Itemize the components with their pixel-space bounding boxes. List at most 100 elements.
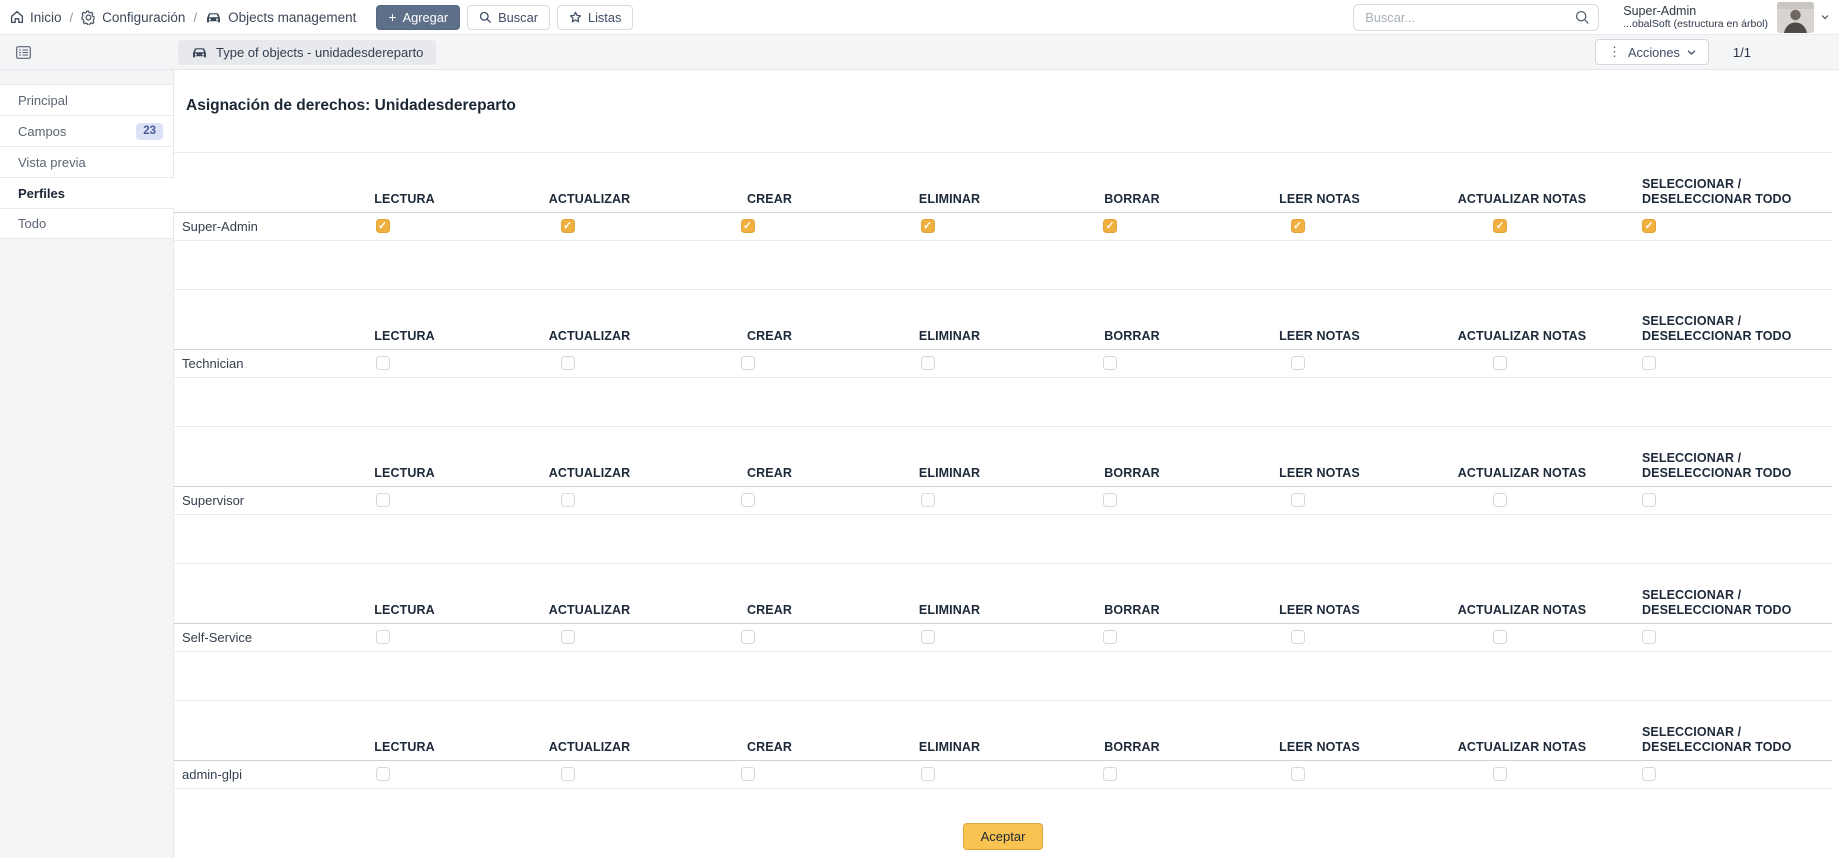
permission-checkbox[interactable] (561, 356, 575, 370)
sidebar-item-perfiles[interactable]: Perfiles (0, 177, 174, 208)
profile-permissions-section: LECTURAACTUALIZARCREARELIMINARBORRARLEER… (174, 426, 1832, 515)
permission-checkbox[interactable] (376, 356, 390, 370)
permission-checkbox[interactable] (1103, 630, 1117, 644)
search-icon[interactable] (1575, 10, 1590, 25)
permission-checkbox[interactable] (741, 767, 755, 781)
avatar[interactable] (1777, 2, 1814, 33)
permission-checkbox[interactable] (1103, 219, 1117, 233)
sidebar-item-principal[interactable]: Principal (0, 84, 174, 115)
permission-column-header: LEER NOTAS (1222, 153, 1417, 213)
permission-checkbox[interactable] (1493, 219, 1507, 233)
permission-column-header: BORRAR (1042, 427, 1222, 487)
lists-button[interactable]: Listas (557, 5, 633, 30)
permission-checkbox[interactable] (561, 219, 575, 233)
permission-cell (1222, 213, 1417, 241)
breadcrumb-label: Objects management (228, 10, 356, 25)
sidebar-top-spacer (0, 70, 174, 84)
permission-checkbox[interactable] (921, 356, 935, 370)
breadcrumb-separator: / (70, 10, 74, 25)
permissions-table: LECTURAACTUALIZARCREARELIMINARBORRARLEER… (174, 427, 1832, 515)
permission-cell (312, 624, 497, 652)
permission-checkbox[interactable] (1291, 219, 1305, 233)
gear-icon (81, 10, 96, 25)
page-title: Asignación de derechos: Unidadesderepart… (186, 96, 1839, 116)
permissions-header-row: LECTURAACTUALIZARCREARELIMINARBORRARLEER… (174, 427, 1832, 487)
permissions-table: LECTURAACTUALIZARCREARELIMINARBORRARLEER… (174, 290, 1832, 378)
lists-button-label: Listas (588, 10, 621, 25)
permission-checkbox[interactable] (1291, 493, 1305, 507)
breadcrumb-item-configuracion[interactable]: Configuración (81, 10, 185, 25)
permission-checkbox[interactable] (1103, 493, 1117, 507)
select-all-checkbox[interactable] (1642, 356, 1656, 370)
permission-checkbox[interactable] (921, 493, 935, 507)
select-all-checkbox[interactable] (1642, 767, 1656, 781)
sidebar-item-label: Todo (18, 216, 46, 231)
permission-checkbox[interactable] (1291, 630, 1305, 644)
permission-cell (312, 350, 497, 378)
sidebar-list: PrincipalCampos23Vista previaPerfiles Tod… (0, 84, 174, 239)
breadcrumb-item-objects-management[interactable]: Objects management (205, 10, 356, 25)
permission-checkbox[interactable] (1103, 767, 1117, 781)
select-all-checkbox[interactable] (1642, 219, 1656, 233)
permission-checkbox[interactable] (741, 493, 755, 507)
permission-column-header: ELIMINAR (857, 427, 1042, 487)
object-type-chip-label: Type of objects - unidadesdereparto (216, 45, 423, 60)
permission-checkbox[interactable] (376, 219, 390, 233)
permission-checkbox[interactable] (921, 219, 935, 233)
breadcrumb-item-inicio[interactable]: Inicio (10, 10, 62, 25)
actions-dropdown-button[interactable]: ⋮ Acciones (1595, 39, 1709, 65)
select-all-checkbox[interactable] (1642, 630, 1656, 644)
profile-permissions-section: LECTURAACTUALIZARCREARELIMINARBORRARLEER… (174, 700, 1832, 789)
permission-column-header: BORRAR (1042, 290, 1222, 350)
search-button-label: Buscar (498, 10, 538, 25)
select-all-checkbox[interactable] (1642, 493, 1656, 507)
sidebar-item-todo[interactable]: Todo (0, 208, 174, 239)
user-entity: ...obalSoft (estructura en árbol) (1623, 18, 1768, 30)
permission-checkbox[interactable] (1493, 356, 1507, 370)
permission-checkbox[interactable] (1291, 356, 1305, 370)
permissions-header-row: LECTURAACTUALIZARCREARELIMINARBORRARLEER… (174, 153, 1832, 213)
permission-checkbox[interactable] (1493, 630, 1507, 644)
permission-checkbox[interactable] (1103, 356, 1117, 370)
search-button[interactable]: Buscar (467, 5, 550, 30)
permission-checkbox[interactable] (1291, 767, 1305, 781)
sidebar-toggle-icon[interactable] (16, 46, 31, 59)
sidebar-item-vista-previa[interactable]: Vista previa (0, 146, 174, 177)
permission-checkbox[interactable] (741, 219, 755, 233)
global-search-input[interactable] (1353, 4, 1599, 31)
profile-column-header (174, 701, 312, 761)
select-all-column-header: SELECCIONAR /DESELECCIONAR TODO (1627, 427, 1832, 487)
add-button[interactable]: + Agregar (376, 5, 460, 30)
permission-checkbox[interactable] (1493, 493, 1507, 507)
permission-cell (1042, 487, 1222, 515)
object-type-chip[interactable]: Type of objects - unidadesdereparto (178, 40, 436, 65)
breadcrumb-label: Configuración (102, 10, 185, 25)
permission-checkbox[interactable] (741, 356, 755, 370)
user-menu[interactable]: Super-Admin ...obalSoft (estructura en á… (1623, 2, 1829, 33)
profile-row: Super-Admin (174, 213, 1832, 241)
permission-cell (682, 213, 857, 241)
sidebar-item-campos[interactable]: Campos23 (0, 115, 174, 146)
accept-button[interactable]: Aceptar (963, 823, 1044, 850)
permission-cell (682, 350, 857, 378)
permission-column-header: BORRAR (1042, 564, 1222, 624)
permission-cell (1417, 213, 1627, 241)
permission-column-header: ELIMINAR (857, 701, 1042, 761)
permission-checkbox[interactable] (561, 493, 575, 507)
permission-checkbox[interactable] (561, 630, 575, 644)
permission-checkbox[interactable] (376, 630, 390, 644)
permission-checkbox[interactable] (921, 630, 935, 644)
permission-cell (312, 487, 497, 515)
breadcrumb: Inicio / Configuración / Objects managem… (10, 10, 356, 25)
permission-checkbox[interactable] (561, 767, 575, 781)
profile-row: Supervisor (174, 487, 1832, 515)
form-actions: Aceptar (174, 823, 1832, 850)
permission-checkbox[interactable] (1493, 767, 1507, 781)
permission-checkbox[interactable] (921, 767, 935, 781)
tab-sidebar: PrincipalCampos23Vista previaPerfiles Tod… (0, 70, 174, 858)
permission-column-header: LEER NOTAS (1222, 564, 1417, 624)
permission-checkbox[interactable] (741, 630, 755, 644)
permission-checkbox[interactable] (376, 767, 390, 781)
permission-checkbox[interactable] (376, 493, 390, 507)
profile-name: Supervisor (174, 487, 312, 515)
